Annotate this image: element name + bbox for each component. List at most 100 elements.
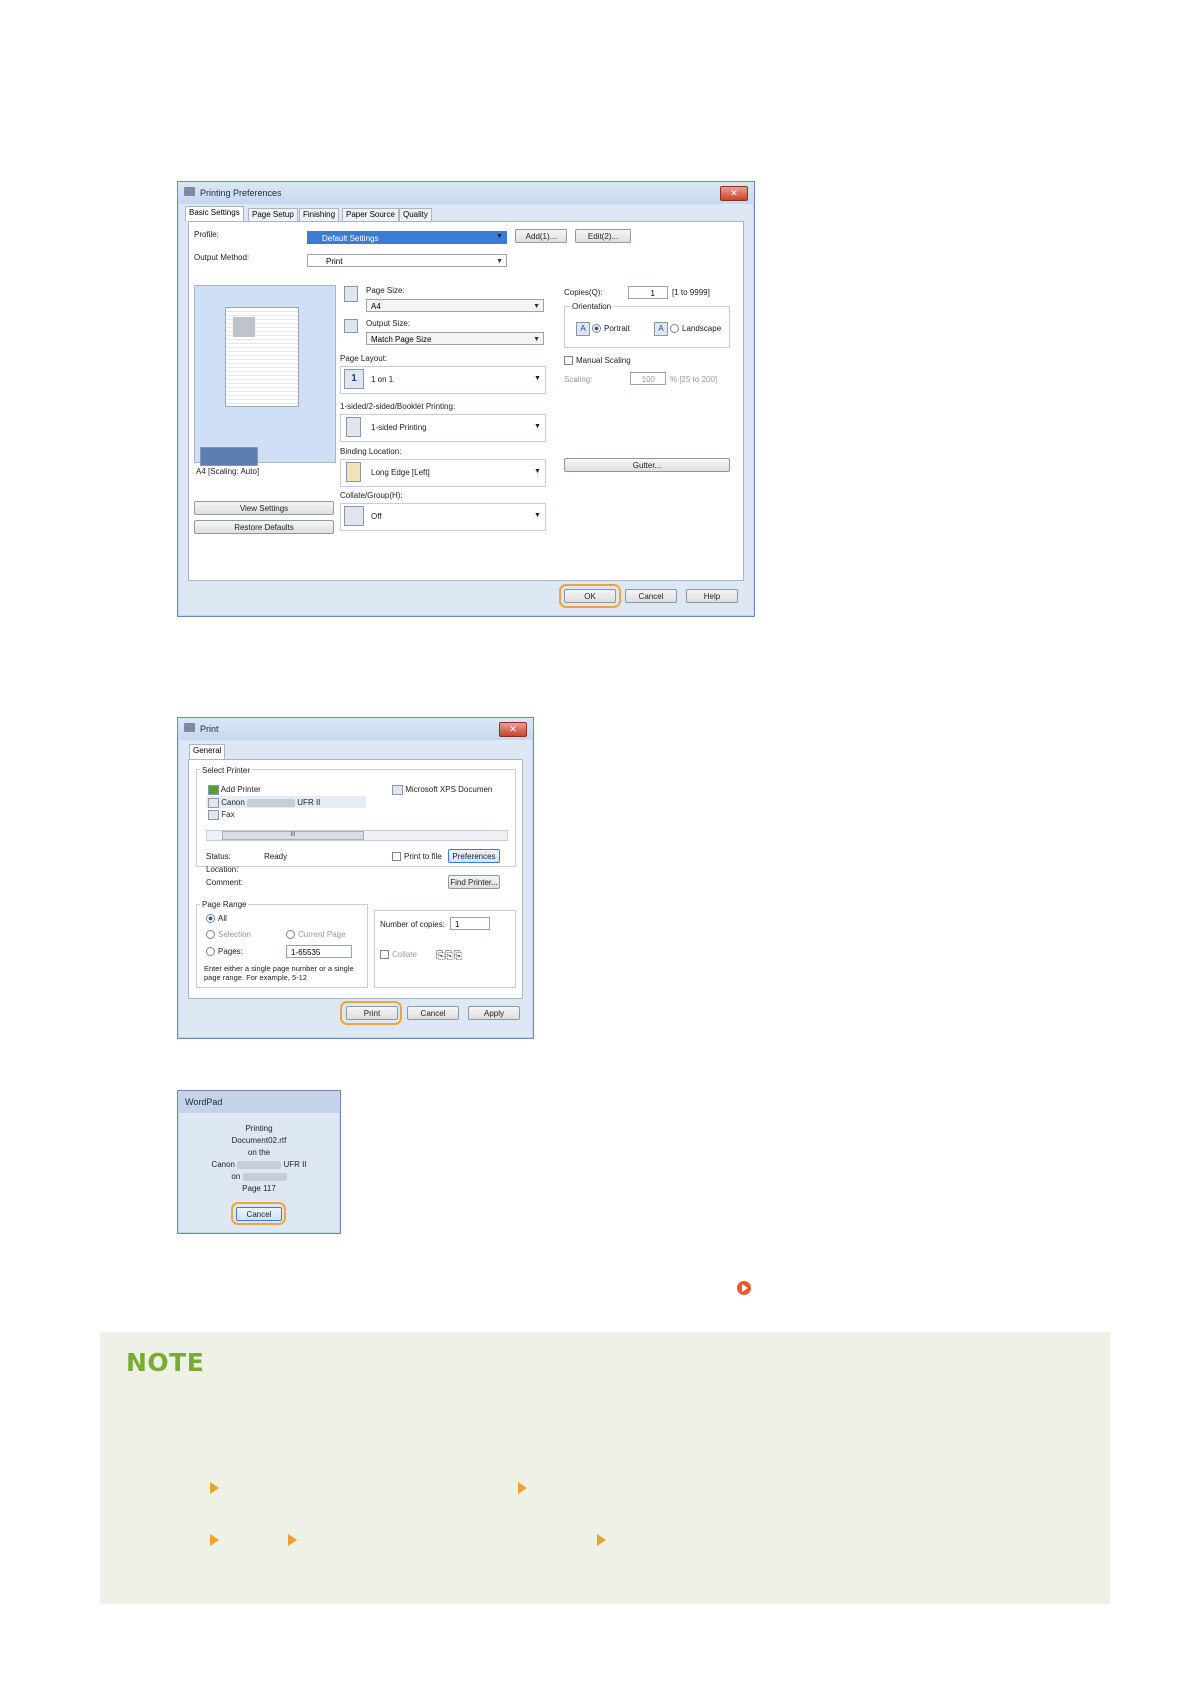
sided-value: 1-sided Printing: [371, 423, 427, 432]
pages-hint-line1: Enter either a single page number or a s…: [204, 964, 354, 973]
collate-pages-icon: ⎘⎘⎘: [436, 950, 463, 962]
page-range-label: Page Range: [200, 900, 249, 909]
print-titlebar: Print ✕: [178, 718, 533, 740]
wordpad-window: WordPad Printing Document02.rtf on the C…: [177, 1090, 341, 1234]
preferences-button[interactable]: Preferences: [448, 849, 500, 863]
arrow-right-icon: [210, 1482, 219, 1494]
arrow-right-icon: [518, 1482, 527, 1494]
document-name: Document02.rtf: [231, 1136, 287, 1145]
pages-radio[interactable]: Pages:: [206, 947, 243, 957]
profile-value: Default Settings: [322, 234, 379, 243]
tab-basic-settings[interactable]: Basic Settings: [185, 206, 244, 221]
preview-caption: A4 [Scaling: Auto]: [196, 467, 260, 476]
output-size-value: Match Page Size: [371, 335, 432, 344]
chevron-down-icon: ▼: [534, 468, 541, 475]
scaling-range: % [25 to 200]: [670, 375, 718, 384]
tab-quality[interactable]: Quality: [399, 208, 432, 221]
tab-paper-source[interactable]: Paper Source: [342, 208, 399, 221]
pages-hint-line2: page range. For example, 5-12: [204, 973, 307, 982]
current-page-label: Current Page: [298, 930, 346, 939]
num-copies-input[interactable]: 1: [450, 917, 490, 930]
chevron-down-icon: ▼: [534, 375, 541, 382]
binding-label: Binding Location:: [340, 447, 402, 456]
status-value: Ready: [264, 852, 288, 861]
scrollbar-thumb[interactable]: III: [222, 831, 364, 840]
printer-item-fax[interactable]: Fax: [208, 810, 235, 820]
print-to-file-checkbox[interactable]: Print to file: [392, 852, 442, 862]
copies-input[interactable]: 1: [628, 286, 668, 299]
gutter-button[interactable]: Gutter...: [564, 458, 730, 472]
selection-radio[interactable]: Selection: [206, 930, 251, 940]
cancel-button[interactable]: Cancel: [407, 1006, 459, 1020]
page-layout-label: Page Layout:: [340, 354, 388, 363]
on-the-line: on the: [247, 1148, 271, 1157]
orientation-label: Orientation: [570, 302, 614, 311]
help-button[interactable]: Help: [686, 589, 738, 603]
cancel-button[interactable]: Cancel: [625, 589, 677, 603]
add-profile-button[interactable]: Add(1)...: [515, 229, 567, 243]
selection-label: Selection: [218, 930, 251, 939]
page-size-label: Page Size:: [366, 286, 405, 295]
close-icon[interactable]: ✕: [499, 722, 527, 737]
page-size-select[interactable]: A4 ▼: [366, 299, 544, 312]
restore-defaults-button[interactable]: Restore Defaults: [194, 520, 334, 534]
output-size-select[interactable]: Match Page Size ▼: [366, 332, 544, 345]
page-size-icon: [344, 286, 358, 302]
profile-select[interactable]: Default Settings: [307, 231, 507, 244]
pages-input[interactable]: 1-65535: [286, 945, 352, 958]
comment-label: Comment:: [206, 878, 243, 887]
preferences-title: Printing Preferences: [200, 188, 282, 198]
link-arrow-icon[interactable]: [737, 1281, 751, 1295]
find-printer-button[interactable]: Find Printer...: [448, 875, 500, 889]
binding-icon: [346, 462, 361, 482]
chevron-down-icon: ▼: [533, 303, 540, 310]
printer-line: Canon UFR II: [178, 1159, 340, 1171]
landscape-radio[interactable]: Landscape: [670, 324, 722, 334]
all-radio[interactable]: All: [206, 914, 227, 924]
layout-toggle-icon[interactable]: [200, 447, 258, 466]
landscape-label: Landscape: [682, 324, 722, 333]
printer-item-add[interactable]: Add Printer: [208, 785, 261, 795]
output-method-value: Print: [326, 257, 343, 266]
chevron-down-icon: ▼: [496, 258, 503, 265]
close-icon[interactable]: ✕: [720, 186, 748, 201]
sided-icon: [346, 417, 361, 437]
arrow-right-icon: [597, 1534, 606, 1546]
view-settings-button[interactable]: View Settings: [194, 501, 334, 515]
ok-highlight: [559, 584, 621, 608]
manual-scaling-checkbox[interactable]: Manual Scaling: [564, 356, 631, 366]
printer-item-canon[interactable]: Canon UFR II: [208, 798, 320, 808]
collate-checkbox[interactable]: Collate: [380, 950, 417, 960]
preview-image-block: [233, 317, 255, 337]
scaling-value: 100: [641, 375, 655, 384]
all-label: All: [218, 914, 227, 923]
apply-button[interactable]: Apply: [468, 1006, 520, 1020]
collate-value: Off: [371, 512, 382, 521]
scaling-input[interactable]: 100: [630, 372, 666, 385]
collate-icon: [344, 506, 364, 526]
current-page-radio[interactable]: Current Page: [286, 930, 346, 940]
output-size-icon: [344, 319, 358, 333]
printing-preferences-window: Printing Preferences ✕ Basic Settings Pa…: [177, 181, 755, 617]
output-method-select[interactable]: Print ▼: [307, 254, 507, 267]
collate-label: Collate: [392, 950, 417, 959]
manual-scaling-label: Manual Scaling: [576, 356, 631, 365]
sided-label: 1-sided/2-sided/Booklet Printing:: [340, 402, 456, 411]
edit-profile-button[interactable]: Edit(2)...: [575, 229, 631, 243]
printer-name-xps: Microsoft XPS Documen: [405, 785, 493, 795]
printer-item-xps[interactable]: Microsoft XPS Documen: [392, 785, 492, 795]
profile-label: Profile:: [194, 230, 219, 239]
page-layout-icon: 1: [344, 369, 364, 389]
tab-general[interactable]: General: [189, 744, 226, 759]
port-line: on: [178, 1171, 340, 1183]
printer-icon: [184, 187, 195, 196]
chevron-down-icon[interactable]: ▼: [496, 233, 503, 240]
output-size-label: Output Size:: [366, 319, 411, 328]
printer-name-fax: Fax: [221, 810, 235, 820]
printer-name-canon: Canon: [221, 798, 245, 808]
pages-label: Pages:: [218, 947, 243, 956]
portrait-radio[interactable]: Portrait: [592, 324, 630, 334]
printer-icon: [184, 723, 195, 732]
tab-finishing[interactable]: Finishing: [299, 208, 340, 221]
tab-page-setup[interactable]: Page Setup: [248, 208, 298, 221]
